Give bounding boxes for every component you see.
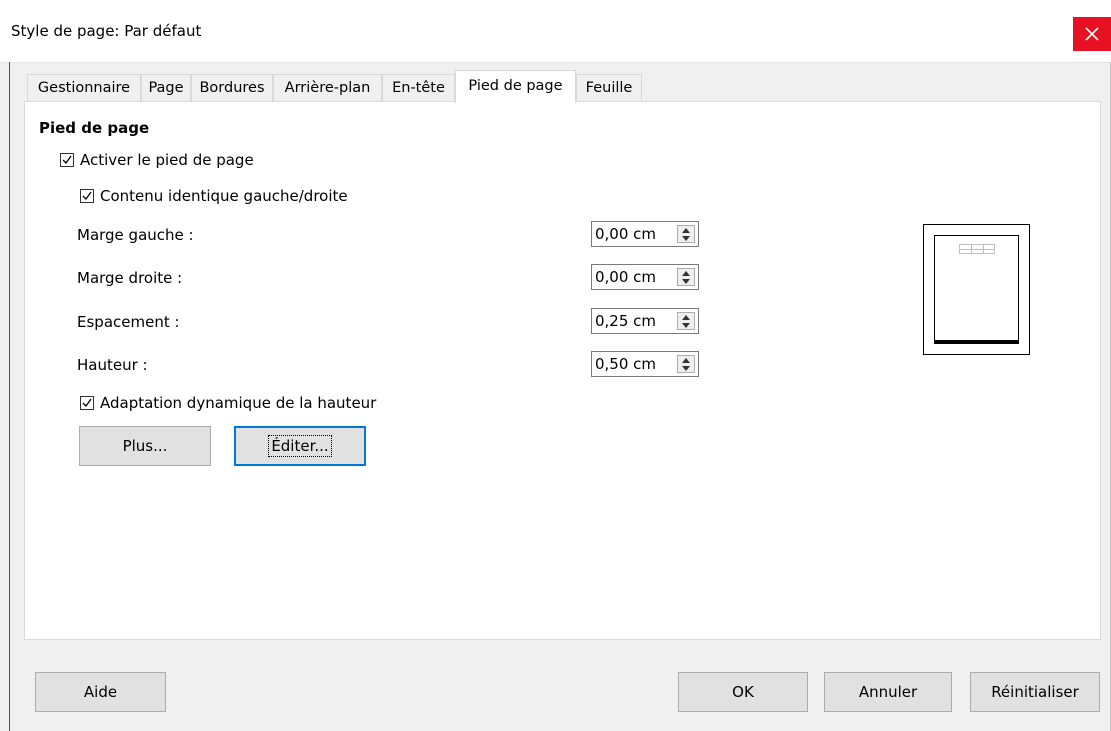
reset-button-label: Réinitialiser	[991, 683, 1079, 701]
edit-button[interactable]: Éditer...	[234, 426, 366, 466]
window-title: Style de page: Par défaut	[11, 22, 202, 40]
height-label: Hauteur :	[77, 356, 148, 374]
checkbox[interactable]	[80, 189, 94, 203]
spin-buttons[interactable]	[677, 268, 695, 286]
tab-feuille[interactable]: Feuille	[576, 74, 642, 101]
arrow-up-icon	[682, 228, 690, 233]
height-value[interactable]: 0,50 cm	[595, 355, 656, 373]
spin-buttons[interactable]	[677, 225, 695, 243]
left-margin-value[interactable]: 0,00 cm	[595, 225, 656, 243]
checkbox[interactable]	[60, 153, 74, 167]
tab-page[interactable]: Page	[141, 74, 191, 101]
tab-bordures[interactable]: Bordures	[191, 74, 273, 101]
dialog-border	[9, 62, 10, 731]
activate-footer-label: Activer le pied de page	[80, 151, 254, 169]
page-preview	[923, 224, 1030, 355]
help-button-label: Aide	[83, 683, 118, 701]
spacing-value[interactable]: 0,25 cm	[595, 312, 656, 330]
ok-button[interactable]: OK	[678, 672, 808, 712]
right-margin-spinbox[interactable]: 0,00 cm	[591, 264, 699, 290]
spin-buttons[interactable]	[677, 312, 695, 330]
spacing-label: Espacement :	[77, 313, 180, 331]
left-margin-spinbox[interactable]: 0,00 cm	[591, 221, 699, 247]
height-spinbox[interactable]: 0,50 cm	[591, 351, 699, 377]
arrow-down-icon	[682, 323, 690, 328]
autofit-height-checkbox[interactable]: Adaptation dynamique de la hauteur	[80, 394, 376, 412]
title-bar: Style de page: Par défaut	[0, 0, 1111, 63]
arrow-down-icon	[682, 279, 690, 284]
checkmark-icon	[82, 398, 92, 408]
left-margin-label: Marge gauche :	[77, 226, 194, 244]
checkbox[interactable]	[80, 396, 94, 410]
help-button[interactable]: Aide	[35, 672, 166, 712]
right-margin-value[interactable]: 0,00 cm	[595, 268, 656, 286]
autofit-height-label: Adaptation dynamique de la hauteur	[100, 394, 377, 412]
arrow-up-icon	[682, 271, 690, 276]
spin-buttons[interactable]	[677, 355, 695, 373]
tab-en-tete[interactable]: En-tête	[382, 74, 455, 101]
more-button-label: Plus...	[122, 437, 168, 455]
footer-settings-panel: Pied de page Activer le pied de page Con…	[24, 101, 1101, 640]
spacing-spinbox[interactable]: 0,25 cm	[591, 308, 699, 334]
tab-arriere-plan[interactable]: Arrière-plan	[273, 74, 382, 101]
arrow-up-icon	[682, 315, 690, 320]
checkmark-icon	[82, 191, 92, 201]
more-button[interactable]: Plus...	[79, 426, 211, 466]
close-button[interactable]	[1073, 17, 1111, 51]
edit-button-label: Éditer...	[268, 435, 332, 457]
activate-footer-checkbox[interactable]: Activer le pied de page	[60, 151, 254, 169]
same-content-checkbox[interactable]: Contenu identique gauche/droite	[80, 187, 348, 205]
reset-button[interactable]: Réinitialiser	[970, 672, 1100, 712]
cancel-button[interactable]: Annuler	[824, 672, 952, 712]
same-content-label: Contenu identique gauche/droite	[100, 187, 348, 205]
page-preview-body	[934, 235, 1019, 341]
checkmark-icon	[62, 155, 72, 165]
tab-gestionnaire[interactable]: Gestionnaire	[27, 74, 141, 101]
ok-button-label: OK	[732, 683, 754, 701]
arrow-up-icon	[682, 358, 690, 363]
section-title: Pied de page	[39, 119, 150, 137]
close-icon	[1085, 27, 1099, 41]
right-margin-label: Marge droite :	[77, 269, 183, 287]
arrow-down-icon	[682, 236, 690, 241]
arrow-down-icon	[682, 366, 690, 371]
cancel-button-label: Annuler	[858, 683, 918, 701]
page-preview-table-icon	[959, 244, 995, 254]
tab-pied-de-page[interactable]: Pied de page	[455, 70, 576, 103]
page-preview-footer	[934, 341, 1019, 344]
